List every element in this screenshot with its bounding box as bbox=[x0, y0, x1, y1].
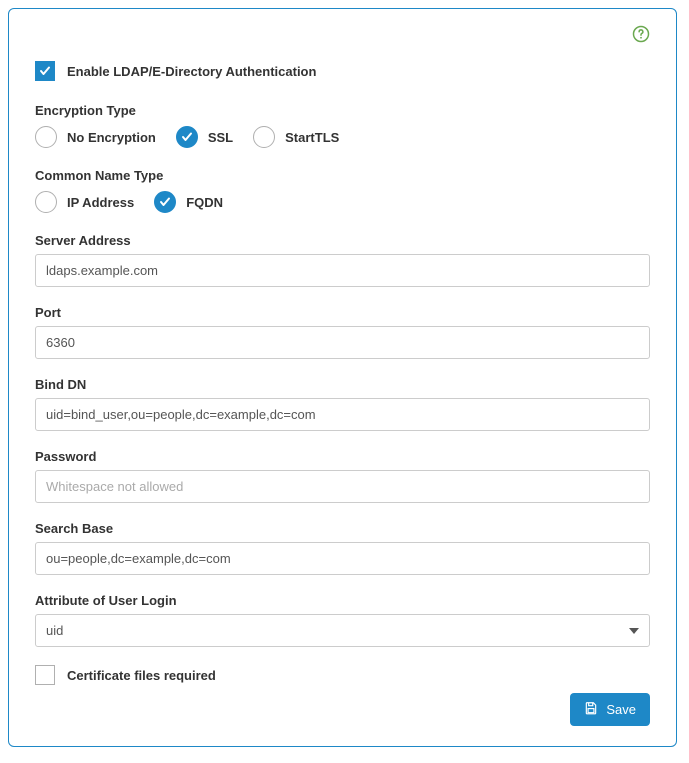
radio-fqdn[interactable] bbox=[154, 191, 176, 213]
help-row bbox=[35, 25, 650, 43]
cert-files-label: Certificate files required bbox=[67, 668, 216, 683]
radio-ip-address[interactable] bbox=[35, 191, 57, 213]
radio-starttls[interactable] bbox=[253, 126, 275, 148]
radio-ssl[interactable] bbox=[176, 126, 198, 148]
common-name-type-row: IP Address FQDN bbox=[35, 191, 650, 213]
server-address-input[interactable] bbox=[35, 254, 650, 287]
encryption-type-label: Encryption Type bbox=[35, 103, 650, 118]
radio-ip-address-label: IP Address bbox=[67, 195, 134, 210]
cert-files-row: Certificate files required bbox=[35, 665, 650, 685]
bind-dn-label: Bind DN bbox=[35, 377, 650, 392]
save-button-label: Save bbox=[606, 702, 636, 717]
bind-dn-input[interactable] bbox=[35, 398, 650, 431]
ldap-settings-panel: Enable LDAP/E-Directory Authentication E… bbox=[8, 8, 677, 747]
enable-ldap-label: Enable LDAP/E-Directory Authentication bbox=[67, 64, 316, 79]
cert-files-checkbox[interactable] bbox=[35, 665, 55, 685]
radio-ssl-label: SSL bbox=[208, 130, 233, 145]
radio-no-encryption-label: No Encryption bbox=[67, 130, 156, 145]
search-base-label: Search Base bbox=[35, 521, 650, 536]
common-name-type-label: Common Name Type bbox=[35, 168, 650, 183]
save-button[interactable]: Save bbox=[570, 693, 650, 726]
save-icon bbox=[584, 701, 598, 718]
password-input[interactable] bbox=[35, 470, 650, 503]
server-address-label: Server Address bbox=[35, 233, 650, 248]
enable-ldap-checkbox[interactable] bbox=[35, 61, 55, 81]
radio-fqdn-label: FQDN bbox=[186, 195, 223, 210]
attribute-user-login-select[interactable]: uid bbox=[35, 614, 650, 647]
save-row: Save bbox=[35, 693, 650, 726]
enable-ldap-row: Enable LDAP/E-Directory Authentication bbox=[35, 61, 650, 81]
port-label: Port bbox=[35, 305, 650, 320]
encryption-type-row: No Encryption SSL StartTLS bbox=[35, 126, 650, 148]
password-label: Password bbox=[35, 449, 650, 464]
port-input[interactable] bbox=[35, 326, 650, 359]
radio-no-encryption[interactable] bbox=[35, 126, 57, 148]
attribute-user-login-label: Attribute of User Login bbox=[35, 593, 650, 608]
help-icon[interactable] bbox=[632, 25, 650, 43]
search-base-input[interactable] bbox=[35, 542, 650, 575]
radio-starttls-label: StartTLS bbox=[285, 130, 339, 145]
